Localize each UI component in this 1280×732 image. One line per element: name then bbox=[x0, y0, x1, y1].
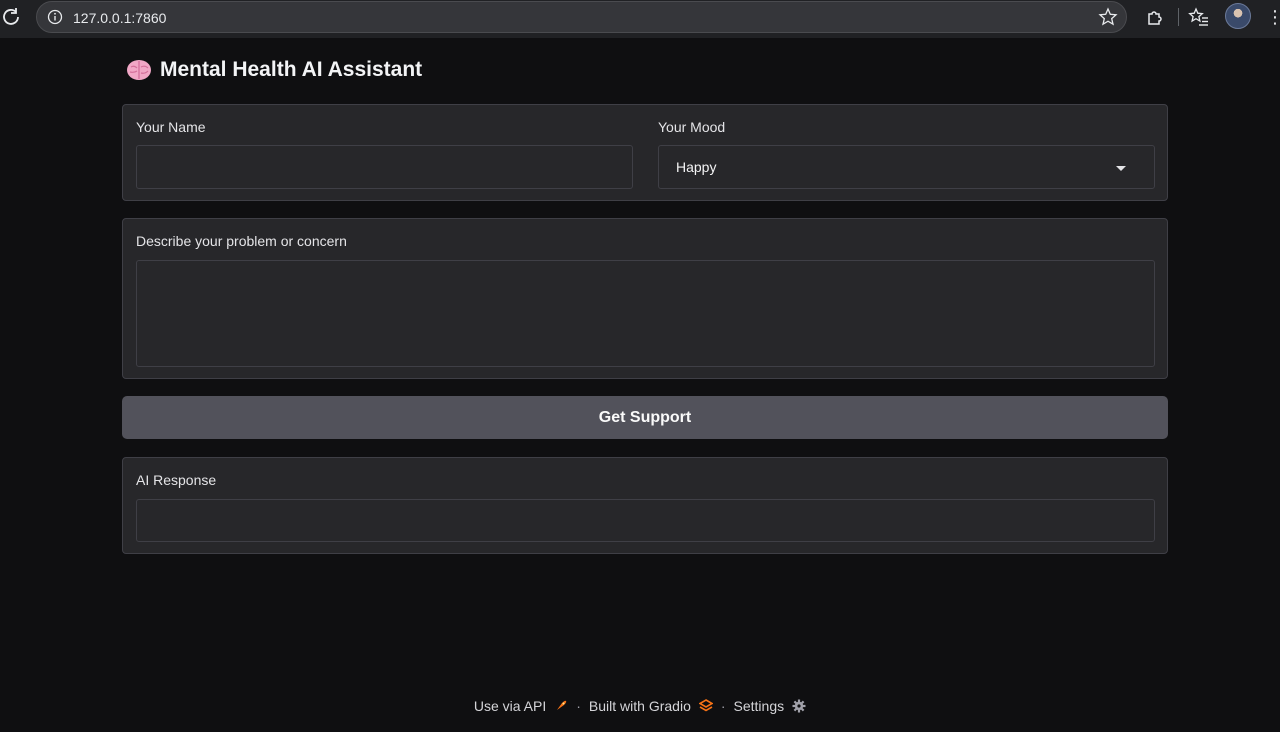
address-bar[interactable]: 127.0.0.1:7860 bbox=[36, 1, 1127, 33]
footer-separator: · bbox=[720, 698, 726, 714]
url-text[interactable]: 127.0.0.1:7860 bbox=[73, 10, 166, 26]
built-with-gradio-link[interactable]: Built with Gradio bbox=[589, 698, 691, 714]
response-panel: AI Response bbox=[122, 457, 1168, 554]
page-title: Mental Health AI Assistant bbox=[160, 58, 423, 81]
bookmark-star-icon[interactable] bbox=[1098, 7, 1118, 27]
problem-label: Describe your problem or concern bbox=[136, 233, 347, 249]
footer-separator: · bbox=[576, 698, 581, 714]
get-support-button[interactable]: Get Support bbox=[122, 396, 1168, 439]
extensions-icon[interactable] bbox=[1144, 6, 1166, 28]
mood-selected-value: Happy bbox=[676, 159, 717, 175]
profile-avatar[interactable] bbox=[1225, 3, 1251, 29]
favorites-icon[interactable] bbox=[1188, 6, 1210, 28]
gear-icon[interactable] bbox=[792, 699, 806, 713]
response-label: AI Response bbox=[136, 472, 217, 488]
problem-textarea[interactable] bbox=[136, 260, 1155, 367]
rocket-icon bbox=[557, 700, 567, 710]
brain-icon bbox=[127, 60, 151, 80]
header: Mental Health AI Assistant bbox=[126, 58, 422, 82]
toolbar-divider bbox=[1178, 8, 1179, 26]
footer: Use via API · Built with Gradio · Settin… bbox=[0, 698, 1280, 714]
name-input[interactable] bbox=[136, 145, 633, 189]
settings-link[interactable]: Settings bbox=[734, 698, 785, 714]
gradio-logo-icon bbox=[698, 699, 713, 712]
name-label: Your Name bbox=[136, 119, 206, 135]
site-info-icon[interactable] bbox=[47, 9, 63, 25]
more-menu-icon[interactable]: ⋮ bbox=[1266, 6, 1280, 28]
use-via-api-link[interactable]: Use via API bbox=[474, 698, 546, 714]
reload-icon[interactable] bbox=[0, 6, 22, 28]
response-output[interactable] bbox=[136, 499, 1155, 542]
browser-toolbar: 127.0.0.1:7860 ⋮ bbox=[0, 0, 1280, 38]
mood-label: Your Mood bbox=[658, 119, 726, 135]
mood-dropdown[interactable]: Happy bbox=[658, 145, 1155, 189]
problem-panel: Describe your problem or concern bbox=[122, 218, 1168, 379]
dropdown-caret-icon[interactable] bbox=[1116, 166, 1126, 171]
user-info-panel: Your Name Your Mood Happy bbox=[122, 104, 1168, 201]
